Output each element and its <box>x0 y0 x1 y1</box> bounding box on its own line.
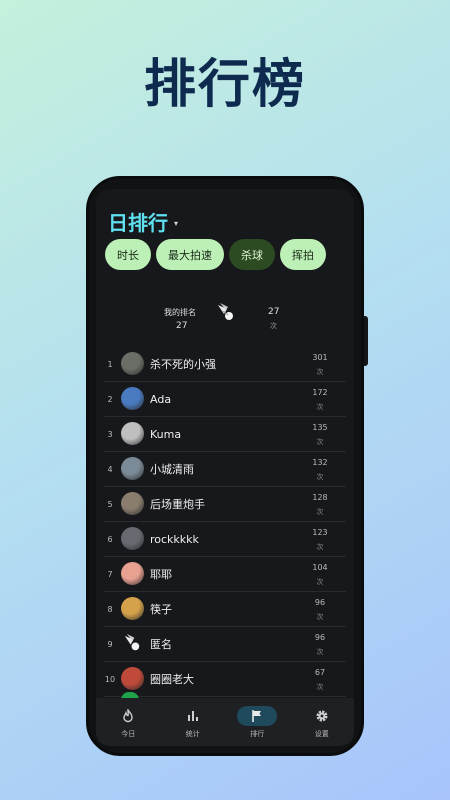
leaderboard-row[interactable]: 1 杀不死的小强 301 次 <box>104 347 346 382</box>
leaderboard-row[interactable]: 6 rockkkkk 123 次 <box>104 522 346 557</box>
score-unit: 次 <box>316 508 324 516</box>
tab-label-settings: 设置 <box>314 729 329 738</box>
chip-smash[interactable]: 杀球 <box>229 239 275 270</box>
player-name: 小城清雨 <box>150 463 194 476</box>
player-name: 后场重炮手 <box>150 498 205 511</box>
player-score: 301 <box>312 353 328 362</box>
avatar[interactable] <box>121 387 144 410</box>
leaderboard-row[interactable]: 4 小城清雨 132 次 <box>104 452 346 487</box>
score-unit: 次 <box>316 473 324 481</box>
player-score: 67 <box>314 668 326 677</box>
chip-swing[interactable]: 挥拍 <box>280 239 326 270</box>
bottom-tab-bar: 今日 统计 排行 设置 <box>96 698 354 746</box>
player-name: Ada <box>150 393 172 406</box>
player-score: 96 <box>314 633 326 642</box>
rank-number: 9 <box>107 640 113 649</box>
gear-icon <box>302 706 342 726</box>
player-score: 104 <box>312 563 328 572</box>
rank-number: 4 <box>107 465 113 474</box>
my-count-unit: 次 <box>270 322 277 330</box>
my-count-value: 27 <box>268 307 280 317</box>
dropdown-caret-icon: ▾ <box>174 218 179 228</box>
avatar[interactable] <box>121 597 144 620</box>
my-rank-panel: 我的排名 27 27 次 <box>96 301 354 341</box>
player-score: 128 <box>312 493 328 502</box>
tab-label-today: 今日 <box>121 729 136 738</box>
rank-number: 8 <box>107 605 113 614</box>
score-unit: 次 <box>316 613 324 621</box>
avatar[interactable] <box>121 422 144 445</box>
avatar[interactable] <box>121 457 144 480</box>
avatar[interactable] <box>121 632 144 655</box>
app-screen: 日排行 ▾ 时长 最大拍速 杀球 挥拍 我的排名 27 27 次 1 杀不死的小… <box>96 189 354 746</box>
leaderboard-list: 1 杀不死的小强 301 次 2 Ada 172 次 3 Kuma 135 次 4 小城清雨 132 次 5 后场… <box>96 347 354 697</box>
player-score: 123 <box>312 528 328 537</box>
ranking-period-dropdown[interactable]: 日排行 ▾ <box>108 207 178 236</box>
my-rank-value: 27 <box>176 321 188 331</box>
player-score: 172 <box>312 388 328 397</box>
player-score: 96 <box>314 598 326 607</box>
rank-number: 3 <box>107 430 113 439</box>
avatar[interactable] <box>121 562 144 585</box>
player-name: 圈圈老大 <box>150 673 194 686</box>
rank-number: 5 <box>107 500 113 509</box>
player-score: 135 <box>312 423 328 432</box>
phone-frame: 日排行 ▾ 时长 最大拍速 杀球 挥拍 我的排名 27 27 次 1 杀不死的小… <box>86 176 364 756</box>
leaderboard-row[interactable]: 2 Ada 172 次 <box>104 382 346 417</box>
rank-number: 7 <box>107 570 113 579</box>
leaderboard-row[interactable]: 5 后场重炮手 128 次 <box>104 487 346 522</box>
shuttlecock-icon <box>214 301 238 330</box>
avatar[interactable] <box>121 527 144 550</box>
score-unit: 次 <box>316 648 324 656</box>
rank-number: 2 <box>107 395 113 404</box>
avatar[interactable] <box>121 492 144 515</box>
leaderboard-row[interactable]: 8 筷子 96 次 <box>104 592 346 627</box>
score-unit: 次 <box>316 683 324 691</box>
player-name: rockkkkk <box>150 533 199 546</box>
flag-icon <box>237 705 278 726</box>
tab-today[interactable]: 今日 <box>96 698 161 746</box>
score-unit: 次 <box>316 403 324 411</box>
avatar[interactable] <box>121 352 144 375</box>
tab-label-stats: 统计 <box>185 729 200 738</box>
my-rank-label: 我的排名 <box>164 308 196 317</box>
flame-icon <box>108 706 148 726</box>
rank-number: 1 <box>107 360 113 369</box>
player-name: 耶耶 <box>150 568 172 581</box>
metric-filter-chips: 时长 最大拍速 杀球 挥拍 <box>105 239 326 270</box>
tab-label-ranking: 排行 <box>250 729 265 738</box>
bar-chart-icon <box>173 706 213 726</box>
player-name: 杀不死的小强 <box>150 358 216 371</box>
avatar[interactable] <box>121 667 144 690</box>
player-name: 匿名 <box>150 638 172 651</box>
chip-max-swing-speed[interactable]: 最大拍速 <box>156 239 224 270</box>
tab-stats[interactable]: 统计 <box>161 698 226 746</box>
rank-number: 6 <box>107 535 113 544</box>
chip-duration[interactable]: 时长 <box>105 239 151 270</box>
tab-settings[interactable]: 设置 <box>290 698 355 746</box>
leaderboard-row[interactable]: 3 Kuma 135 次 <box>104 417 346 452</box>
leaderboard-row[interactable]: 10 圈圈老大 67 次 <box>104 662 346 697</box>
score-unit: 次 <box>316 543 324 551</box>
score-unit: 次 <box>316 368 324 376</box>
leaderboard-row[interactable]: 7 耶耶 104 次 <box>104 557 346 592</box>
player-name: 筷子 <box>150 603 172 616</box>
player-name: Kuma <box>150 428 182 441</box>
page-headline: 排行榜 <box>143 55 306 115</box>
score-unit: 次 <box>316 438 324 446</box>
score-unit: 次 <box>316 578 324 586</box>
leaderboard-row[interactable]: 9 匿名 96 次 <box>104 627 346 662</box>
tab-ranking[interactable]: 排行 <box>225 698 290 746</box>
player-score: 132 <box>312 458 328 467</box>
rank-number: 10 <box>104 675 116 684</box>
ranking-period-title: 日排行 <box>108 211 168 235</box>
